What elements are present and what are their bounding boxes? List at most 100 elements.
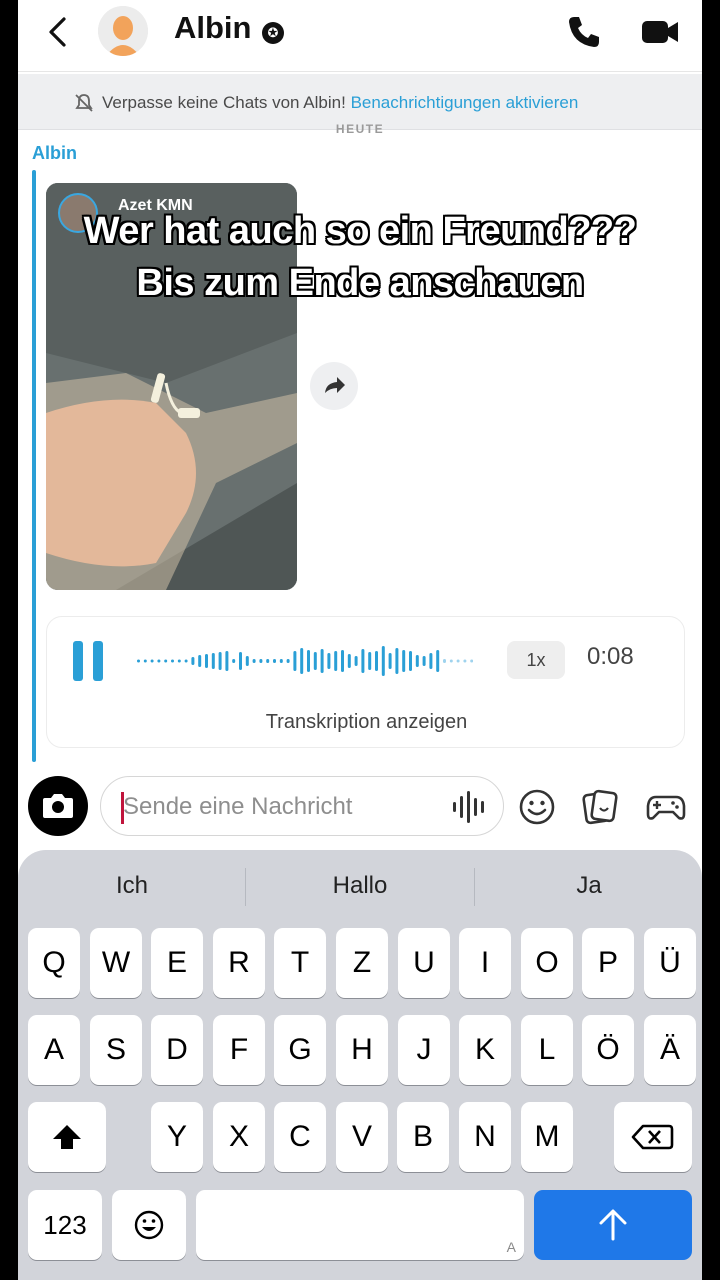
waveform-bar xyxy=(273,659,276,663)
waveform-bar xyxy=(347,654,351,668)
date-separator: HEUTE xyxy=(335,122,385,136)
playback-speed-button[interactable]: 1x xyxy=(507,641,565,679)
waveform-bar xyxy=(177,659,181,663)
key-ü[interactable]: Ü xyxy=(644,928,696,998)
waveform-bar xyxy=(259,659,263,663)
key-b[interactable]: B xyxy=(397,1102,449,1172)
share-button[interactable] xyxy=(310,362,358,410)
waveform-bar xyxy=(341,650,344,672)
video-call-icon[interactable] xyxy=(640,16,680,48)
camera-button[interactable] xyxy=(28,776,88,836)
key-o[interactable]: O xyxy=(521,928,573,998)
waveform-bar xyxy=(300,648,304,674)
key-h[interactable]: H xyxy=(336,1015,388,1085)
waveform-bar xyxy=(286,659,290,663)
waveform-bar xyxy=(429,653,433,669)
key-v[interactable]: V xyxy=(336,1102,388,1172)
waveform-bar xyxy=(313,652,317,670)
waveform-bar xyxy=(211,653,215,669)
emoji-icon[interactable] xyxy=(518,788,556,826)
waveform-bar xyxy=(225,651,229,671)
pause-bar-left xyxy=(73,641,83,681)
key-a[interactable]: A xyxy=(28,1015,80,1085)
key-s[interactable]: S xyxy=(90,1015,142,1085)
overlay-caption-line-2: Bis zum Ende anschauen xyxy=(136,262,584,304)
waveform-bar xyxy=(443,659,446,663)
key-q[interactable]: Q xyxy=(28,928,80,998)
key-c[interactable]: C xyxy=(274,1102,326,1172)
waveform-bar xyxy=(395,648,399,674)
key-e[interactable]: E xyxy=(151,928,203,998)
suggestion-2[interactable]: Hallo xyxy=(246,872,474,900)
pause-bar-right xyxy=(93,641,103,681)
pause-button[interactable] xyxy=(73,641,103,681)
sender-name: Albin xyxy=(32,143,77,163)
audio-waveform[interactable] xyxy=(137,639,473,683)
waveform-bar xyxy=(470,659,473,663)
key-p[interactable]: P xyxy=(582,928,634,998)
waveform-bar xyxy=(205,654,208,668)
key-n[interactable]: N xyxy=(459,1102,511,1172)
waveform-bar xyxy=(184,659,188,663)
suggestion-3[interactable]: Ja xyxy=(475,872,702,900)
avatar[interactable] xyxy=(98,6,148,56)
waveform-bar xyxy=(388,653,392,669)
space-key-hint: A xyxy=(506,1239,516,1255)
waveform-bar xyxy=(164,659,168,663)
key-w[interactable]: W xyxy=(90,928,142,998)
key-u[interactable]: U xyxy=(398,928,450,998)
waveform-bar xyxy=(137,659,140,663)
backspace-key[interactable] xyxy=(614,1102,692,1172)
voice-wave-icon[interactable] xyxy=(451,791,491,823)
waveform-bar xyxy=(279,659,283,663)
voice-duration: 0:08 xyxy=(587,643,634,670)
waveform-bar xyxy=(245,656,249,666)
camera-icon xyxy=(43,794,73,818)
waveform-bar xyxy=(320,649,324,673)
space-key[interactable]: A xyxy=(196,1190,524,1260)
key-t[interactable]: T xyxy=(274,928,326,998)
key-ä[interactable]: Ä xyxy=(644,1015,696,1085)
key-x[interactable]: X xyxy=(213,1102,265,1172)
emoji-key[interactable] xyxy=(112,1190,186,1260)
banner-text: Verpasse keine Chats von Albin! xyxy=(102,93,346,112)
banner-message: Verpasse keine Chats von Albin! Benachri… xyxy=(102,93,578,113)
message-placeholder: Sende eine Nachricht xyxy=(123,793,353,820)
waveform-bar xyxy=(150,659,154,663)
numbers-key[interactable]: 123 xyxy=(28,1190,102,1260)
key-g[interactable]: G xyxy=(274,1015,326,1085)
message-input[interactable]: Sende eine Nachricht xyxy=(100,776,504,836)
key-d[interactable]: D xyxy=(151,1015,203,1085)
waveform-bar xyxy=(436,650,440,672)
suggestion-1[interactable]: Ich xyxy=(18,872,246,900)
show-transcript-button[interactable]: Transkription anzeigen xyxy=(47,711,686,734)
sticker-icon[interactable] xyxy=(580,788,618,826)
enable-notifications-link[interactable]: Benachrichtigungen aktivieren xyxy=(351,93,579,112)
chat-screen: Albin ✪ Verpasse keine Chats von Albin! … xyxy=(18,0,702,1280)
key-z[interactable]: Z xyxy=(336,928,388,998)
waveform-bar xyxy=(191,657,195,665)
shift-key[interactable] xyxy=(28,1102,106,1172)
contact-name[interactable]: Albin xyxy=(174,10,252,46)
key-l[interactable]: L xyxy=(521,1015,573,1085)
key-i[interactable]: I xyxy=(459,928,511,998)
back-arrow-icon[interactable] xyxy=(46,16,68,48)
key-m[interactable]: M xyxy=(521,1102,573,1172)
waveform-bar xyxy=(293,651,297,671)
waveform-bar xyxy=(375,651,378,671)
waveform-bar xyxy=(381,646,385,676)
star-icon: ✪ xyxy=(262,22,284,44)
waveform-bar xyxy=(198,655,202,667)
game-controller-icon[interactable] xyxy=(646,790,686,824)
waveform-bar xyxy=(218,652,222,670)
key-j[interactable]: J xyxy=(398,1015,450,1085)
key-f[interactable]: F xyxy=(213,1015,265,1085)
key-r[interactable]: R xyxy=(213,928,265,998)
phone-icon[interactable] xyxy=(566,14,602,50)
key-y[interactable]: Y xyxy=(151,1102,203,1172)
waveform-bar xyxy=(368,652,372,670)
key-k[interactable]: K xyxy=(459,1015,511,1085)
send-key[interactable] xyxy=(534,1190,692,1260)
key-ö[interactable]: Ö xyxy=(582,1015,634,1085)
waveform-bar xyxy=(415,655,419,667)
